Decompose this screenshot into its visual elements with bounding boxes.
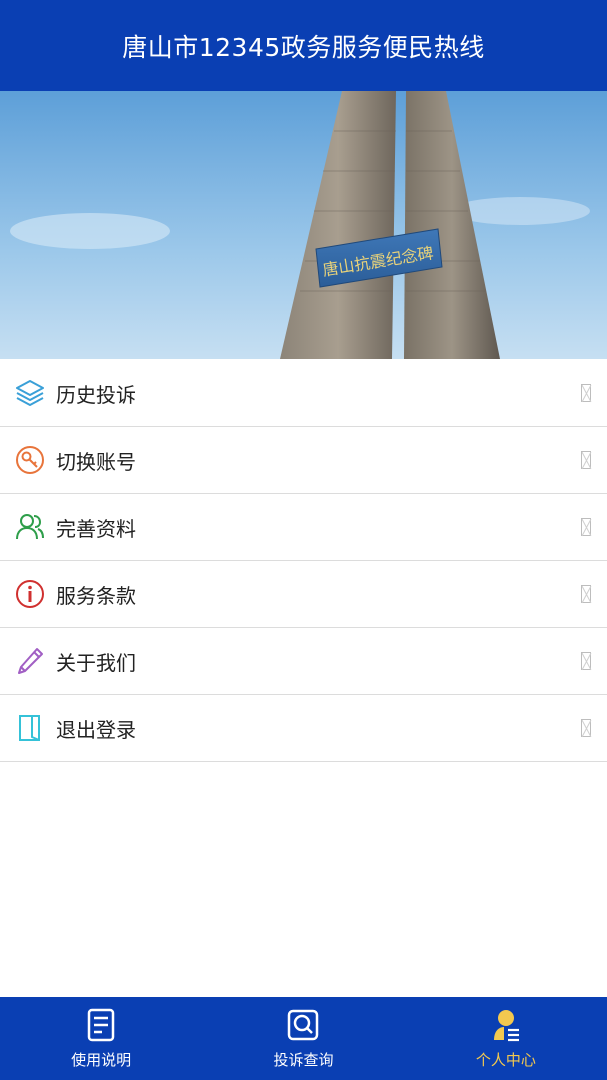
settings-menu: 历史投诉 切换账号 完善资料 服务条款 关于我们 退出登录 (0, 360, 607, 762)
page-title: 唐山市12345政务服务便民热线 (122, 32, 485, 62)
banner-image: 唐山抗震纪念碑 (0, 91, 607, 359)
tab-label: 个人中心 (475, 1051, 536, 1069)
chevron-right-icon (581, 518, 591, 536)
app-screen: 唐山市12345政务服务便民热线 唐山抗震纪念碑 历史投诉 切换账号 完善资料 … (0, 0, 607, 1080)
document-icon (87, 1008, 115, 1042)
logout-icon (19, 715, 40, 741)
menu-item-about-us[interactable]: 关于我们 (0, 628, 607, 695)
bottom-tab-bar: 使用说明 投诉查询 个人中心 (0, 997, 607, 1080)
menu-item-label: 服务条款 (56, 583, 136, 608)
chevron-right-icon (581, 652, 591, 670)
users-icon (16, 514, 44, 540)
menu-item-label: 切换账号 (56, 449, 136, 474)
chevron-right-icon (581, 384, 591, 402)
menu-item-history-complaints[interactable]: 历史投诉 (0, 360, 607, 427)
menu-item-logout[interactable]: 退出登录 (0, 695, 607, 762)
tab-instructions[interactable]: 使用说明 (0, 997, 202, 1080)
info-icon (16, 580, 44, 608)
chevron-right-icon (581, 451, 591, 469)
profile-icon (493, 1010, 519, 1042)
menu-item-label: 退出登录 (56, 717, 136, 742)
search-icon (288, 1009, 319, 1041)
monument-photo: 唐山抗震纪念碑 (0, 91, 607, 359)
menu-item-label: 关于我们 (56, 650, 136, 675)
tab-label: 使用说明 (71, 1051, 132, 1069)
pencil-icon (18, 648, 43, 674)
key-icon (16, 446, 44, 474)
app-header: 唐山市12345政务服务便民热线 (0, 0, 607, 91)
menu-item-terms-of-service[interactable]: 服务条款 (0, 561, 607, 628)
menu-item-label: 历史投诉 (56, 382, 136, 407)
menu-item-switch-account[interactable]: 切换账号 (0, 427, 607, 494)
tab-personal-center[interactable]: 个人中心 (405, 997, 607, 1080)
menu-item-label: 完善资料 (56, 516, 136, 541)
tab-complaint-query[interactable]: 投诉查询 (202, 997, 404, 1080)
chevron-right-icon (581, 585, 591, 603)
chevron-right-icon (581, 719, 591, 737)
menu-item-complete-profile[interactable]: 完善资料 (0, 494, 607, 561)
tab-label: 投诉查询 (273, 1051, 334, 1069)
layers-icon (16, 380, 44, 406)
